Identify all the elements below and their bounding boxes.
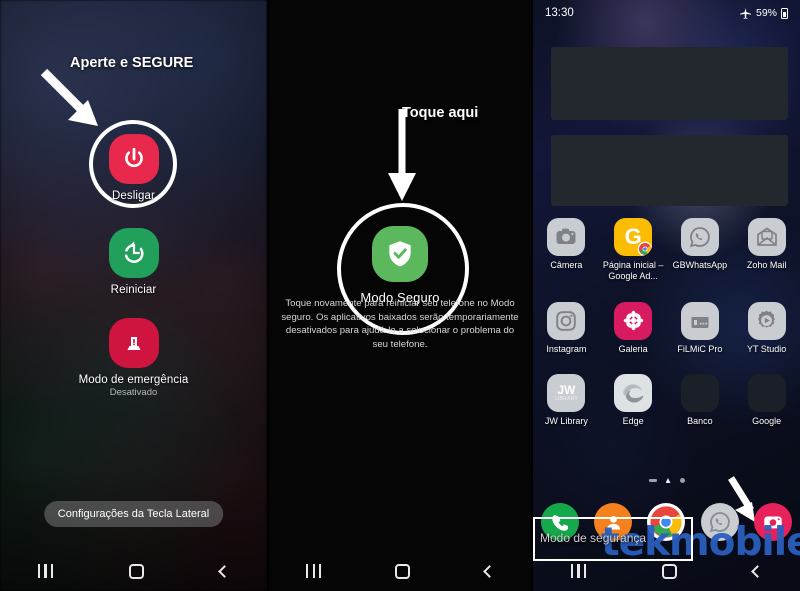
panel-home-screen: 13:30 59% Câmera G Página inicial – Goog…: [533, 0, 800, 591]
recents-icon[interactable]: [38, 564, 53, 578]
restart-label: Reiniciar: [110, 284, 157, 296]
app-label: Zoho Mail: [746, 260, 787, 270]
shield-check-icon: [372, 226, 428, 282]
whatsapp-icon: [680, 218, 719, 256]
widget-placeholder-bottom[interactable]: [551, 135, 788, 206]
camera-app-icon: [547, 218, 586, 256]
folder-google[interactable]: Google: [736, 374, 798, 427]
safe-mode-description: Toque novamente para reiniciar seu telef…: [281, 298, 519, 350]
panel-power-menu: Aperte e SEGURE Desligar Reiniciar Modo …: [0, 0, 267, 591]
restart-icon: [108, 228, 159, 278]
google-ads-icon: G: [614, 218, 653, 256]
jw-library-icon: JW LIBRARY: [547, 374, 586, 413]
back-icon[interactable]: [751, 564, 764, 578]
recents-icon[interactable]: [571, 564, 586, 578]
emergency-mode-label: Modo de emergência: [78, 374, 189, 386]
folder-banco[interactable]: Banco: [669, 374, 731, 427]
app-label: FiLMiC Pro: [677, 343, 723, 354]
app-filmic-pro[interactable]: FiLMiC Pro: [669, 301, 731, 355]
filmic-pro-icon: [680, 301, 719, 340]
app-zoho-mail[interactable]: Zoho Mail: [736, 218, 798, 282]
app-grid: Câmera G Página inicial – Google Ad... G…: [533, 218, 800, 431]
emergency-mode-status: Desativado: [109, 387, 158, 398]
airplane-mode-icon: [740, 7, 751, 19]
arrow-down-icon: [388, 109, 416, 201]
battery-percent-label: 59%: [755, 7, 777, 19]
battery-icon: [781, 7, 788, 19]
app-label: Edge: [622, 416, 644, 427]
emergency-mode-option[interactable]: Modo de emergência Desativado: [0, 318, 267, 398]
recents-icon[interactable]: [306, 564, 322, 578]
app-edge[interactable]: Edge: [602, 374, 664, 427]
page-dot-home[interactable]: [665, 478, 671, 483]
app-jw-library[interactable]: JW LIBRARY JW Library: [535, 374, 597, 427]
nav-bar-panel2: [269, 551, 531, 591]
power-off-option[interactable]: Desligar: [0, 134, 267, 202]
instagram-icon: [547, 301, 586, 340]
app-yt-studio[interactable]: YT Studio: [736, 301, 798, 355]
app-row: Instagram Galeria FiLMiC Pro YT Studio: [533, 301, 800, 355]
home-icon[interactable]: [662, 563, 677, 579]
app-row: Câmera G Página inicial – Google Ad... G…: [533, 218, 800, 282]
app-label: Instagram: [546, 343, 587, 354]
screenshot-stage: Aperte e SEGURE Desligar Reiniciar Modo …: [0, 0, 800, 591]
folder-google-icon: [747, 374, 786, 413]
zoho-mail-icon: [747, 218, 786, 256]
status-bar-time: 13:30: [545, 7, 574, 19]
app-camera[interactable]: Câmera: [535, 218, 597, 282]
edge-icon: [614, 374, 653, 413]
app-label: GBWhatsApp: [672, 260, 728, 270]
power-off-label: Desligar: [112, 190, 155, 202]
app-galeria[interactable]: Galeria: [602, 301, 664, 355]
app-label: Câmera: [550, 260, 583, 270]
safe-mode-option[interactable]: Modo Seguro: [269, 226, 531, 305]
restart-option[interactable]: Reiniciar: [0, 228, 267, 296]
back-icon[interactable]: [482, 564, 496, 578]
app-label: Galeria: [618, 343, 648, 354]
app-label: JW Library: [544, 416, 588, 427]
app-label: Banco: [687, 416, 713, 427]
app-row: JW LIBRARY JW Library Edge Banco Google: [533, 374, 800, 427]
power-icon: [108, 134, 159, 184]
page-dot-apps[interactable]: [648, 479, 657, 482]
folder-banco-icon: [680, 374, 719, 413]
back-icon[interactable]: [218, 564, 231, 578]
nav-bar-panel1: [0, 551, 267, 591]
app-label: YT Studio: [746, 343, 787, 354]
app-label: Google: [752, 416, 782, 427]
app-google-ads[interactable]: G Página inicial – Google Ad...: [602, 218, 664, 282]
yt-studio-icon: [747, 301, 786, 340]
page-dot-3[interactable]: [679, 478, 685, 483]
panel-safe-mode: Toque aqui Modo Seguro Toque novamente p…: [267, 0, 533, 591]
home-icon[interactable]: [129, 563, 144, 579]
app-gbwhatsapp[interactable]: GBWhatsApp: [669, 218, 731, 282]
app-instagram[interactable]: Instagram: [535, 301, 597, 355]
home-icon[interactable]: [395, 563, 411, 579]
widget-placeholder-top[interactable]: [551, 47, 788, 120]
status-bar: 13:30 59%: [533, 0, 800, 26]
emergency-beacon-icon: [108, 318, 159, 368]
app-label: Página inicial – Google Ad...: [602, 260, 664, 281]
nav-bar-panel3: [533, 551, 800, 591]
side-key-settings-button[interactable]: Configurações da Tecla Lateral: [43, 501, 224, 527]
gallery-icon: [614, 301, 653, 340]
